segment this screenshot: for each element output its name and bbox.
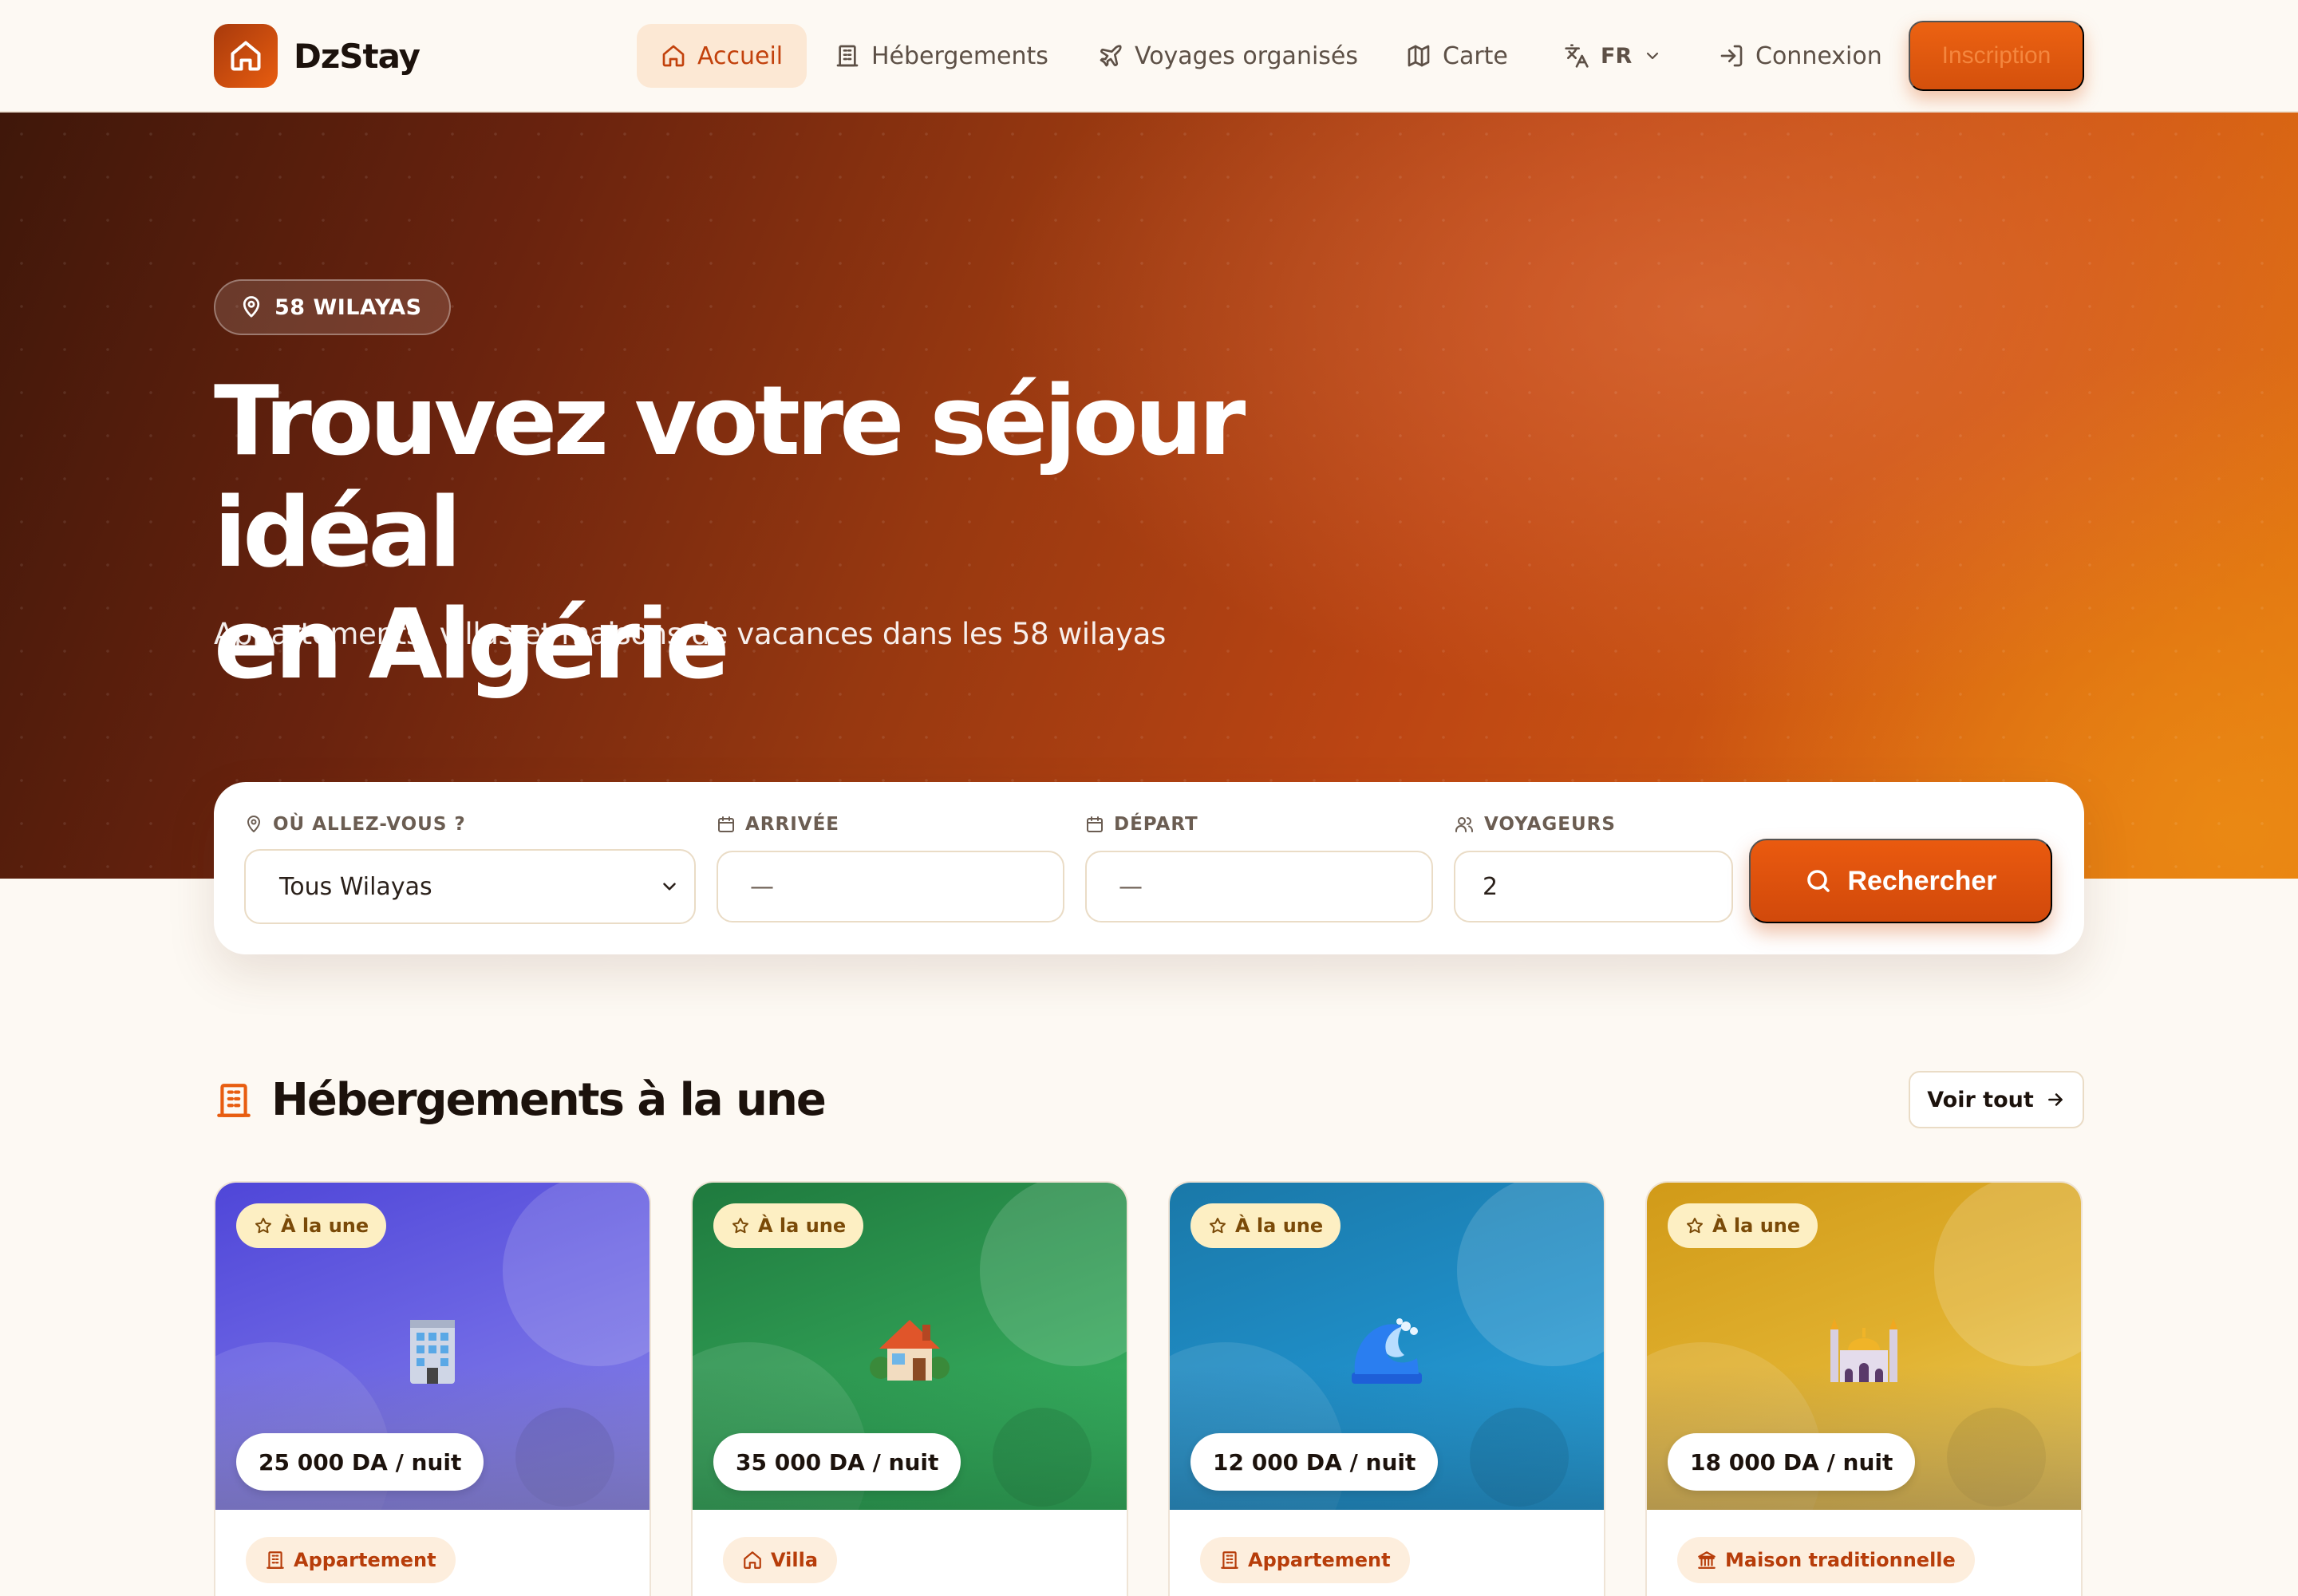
- featured-badge: À la une: [1668, 1203, 1818, 1248]
- featured-badge: À la une: [1190, 1203, 1341, 1248]
- see-all-button[interactable]: Voir tout: [1909, 1071, 2084, 1128]
- hero-subtitle: Appartements, villas et maisons de vacan…: [214, 617, 1167, 651]
- featured-badge: À la une: [713, 1203, 864, 1248]
- building-icon: [1221, 1551, 1238, 1569]
- home-logo-icon: [214, 24, 278, 88]
- guests-input[interactable]: 2: [1454, 851, 1733, 922]
- chevron-down-icon: [1647, 52, 1659, 60]
- listing-card[interactable]: À la une 12 000 DA / nuit Appartement: [1168, 1181, 1605, 1596]
- price-tag: 35 000 DA / nuit: [713, 1433, 961, 1491]
- home-icon: [662, 45, 685, 67]
- mosque-emoji: [1822, 1309, 1905, 1392]
- map-pin-icon: [247, 816, 260, 832]
- price-tag: 25 000 DA / nuit: [236, 1433, 484, 1491]
- price-tag: 18 000 DA / nuit: [1668, 1433, 1916, 1491]
- landmark-icon: [1698, 1551, 1716, 1569]
- listing-card[interactable]: À la une 25 000 DA / nuit Appartement: [214, 1181, 651, 1596]
- nav-carte-label: Carte: [1443, 41, 1508, 70]
- wilayas-badge: 58 WILAYAS: [214, 279, 451, 335]
- arrival-value: —: [750, 872, 774, 901]
- nav-voyages[interactable]: Voyages organisés: [1074, 24, 1382, 88]
- listing-image: À la une 12 000 DA / nuit: [1170, 1183, 1604, 1510]
- hero-title-line1: Trouvez votre séjour idéal: [214, 366, 1246, 589]
- login-label: Connexion: [1755, 41, 1882, 70]
- nav-hebergements-label: Hébergements: [871, 41, 1048, 70]
- wilayas-badge-label: 58 WILAYAS: [274, 294, 422, 320]
- translate-icon: [1565, 44, 1589, 68]
- map-pin-icon: [243, 296, 260, 318]
- star-icon: [1210, 1218, 1226, 1234]
- users-icon: [1455, 817, 1473, 832]
- star-icon: [732, 1218, 748, 1234]
- arrival-date-input[interactable]: —: [717, 851, 1064, 922]
- brand-name: DzStay: [294, 36, 421, 76]
- house-emoji: [868, 1309, 951, 1392]
- property-type-badge: Appartement: [246, 1537, 456, 1583]
- brand-logo[interactable]: DzStay: [214, 24, 421, 88]
- nav-accueil[interactable]: Accueil: [637, 24, 807, 88]
- destination-label: OÙ ALLEZ-VOUS ?: [244, 814, 466, 835]
- destination-select[interactable]: Tous Wilayas: [244, 849, 696, 924]
- price-tag: 12 000 DA / nuit: [1190, 1433, 1439, 1491]
- guests-label: VOYAGEURS: [1454, 814, 1616, 835]
- listing-card[interactable]: À la une 35 000 DA / nuit Villa: [691, 1181, 1128, 1596]
- arrow-right-icon: [2047, 1093, 2063, 1106]
- featured-section-title: Hébergements à la une: [214, 1074, 827, 1126]
- nav-carte[interactable]: Carte: [1382, 24, 1532, 88]
- map-icon: [1408, 45, 1430, 67]
- calendar-icon: [1087, 816, 1103, 832]
- search-button[interactable]: Rechercher: [1749, 839, 2052, 923]
- building-icon: [267, 1551, 284, 1569]
- departure-date-input[interactable]: —: [1085, 851, 1433, 922]
- building-icon: [217, 1083, 251, 1117]
- arrival-label: ARRIVÉE: [717, 814, 839, 835]
- plane-icon: [1100, 45, 1122, 67]
- top-navbar: DzStay Accueil Hébergements Voyages orga…: [0, 0, 2298, 113]
- nav-accueil-label: Accueil: [697, 41, 784, 70]
- signup-button[interactable]: Inscription: [1909, 21, 2084, 91]
- search-button-label: Rechercher: [1847, 865, 1997, 896]
- language-label: FR: [1601, 43, 1633, 69]
- search-icon: [1807, 870, 1830, 892]
- home-icon: [744, 1551, 761, 1569]
- featured-badge: À la une: [236, 1203, 387, 1248]
- search-form: OÙ ALLEZ-VOUS ? Tous Wilayas ARRIVÉE — D…: [214, 782, 2084, 954]
- wave-emoji: [1347, 1309, 1427, 1392]
- building-icon: [836, 45, 859, 67]
- nav-hebergements[interactable]: Hébergements: [811, 24, 1072, 88]
- departure-value: —: [1119, 872, 1143, 901]
- departure-label: DÉPART: [1085, 814, 1198, 835]
- property-type-badge: Villa: [723, 1537, 838, 1583]
- star-icon: [255, 1218, 271, 1234]
- listing-card[interactable]: À la une 18 000 DA / nuit Maison traditi…: [1645, 1181, 2083, 1596]
- hero-title: Trouvez votre séjour idéal en Algérie: [214, 366, 1491, 701]
- guests-value: 2: [1483, 872, 1498, 901]
- see-all-label: Voir tout: [1927, 1087, 2034, 1112]
- chevron-down-icon: [663, 883, 676, 891]
- destination-value: Tous Wilayas: [279, 872, 432, 901]
- star-icon: [1687, 1218, 1703, 1234]
- calendar-icon: [718, 816, 734, 832]
- hero-banner: 58 WILAYAS Trouvez votre séjour idéal en…: [0, 113, 2298, 879]
- property-type-badge: Appartement: [1200, 1537, 1410, 1583]
- office-building-emoji: [393, 1309, 472, 1392]
- log-in-icon: [1720, 45, 1743, 67]
- property-type-badge: Maison traditionnelle: [1677, 1537, 1975, 1583]
- login-link[interactable]: Connexion: [1695, 24, 1906, 88]
- listing-image: À la une 35 000 DA / nuit: [693, 1183, 1127, 1510]
- listing-image: À la une 18 000 DA / nuit: [1647, 1183, 2081, 1510]
- nav-voyages-label: Voyages organisés: [1135, 41, 1359, 70]
- language-selector[interactable]: FR: [1540, 24, 1686, 88]
- listing-image: À la une 25 000 DA / nuit: [215, 1183, 650, 1510]
